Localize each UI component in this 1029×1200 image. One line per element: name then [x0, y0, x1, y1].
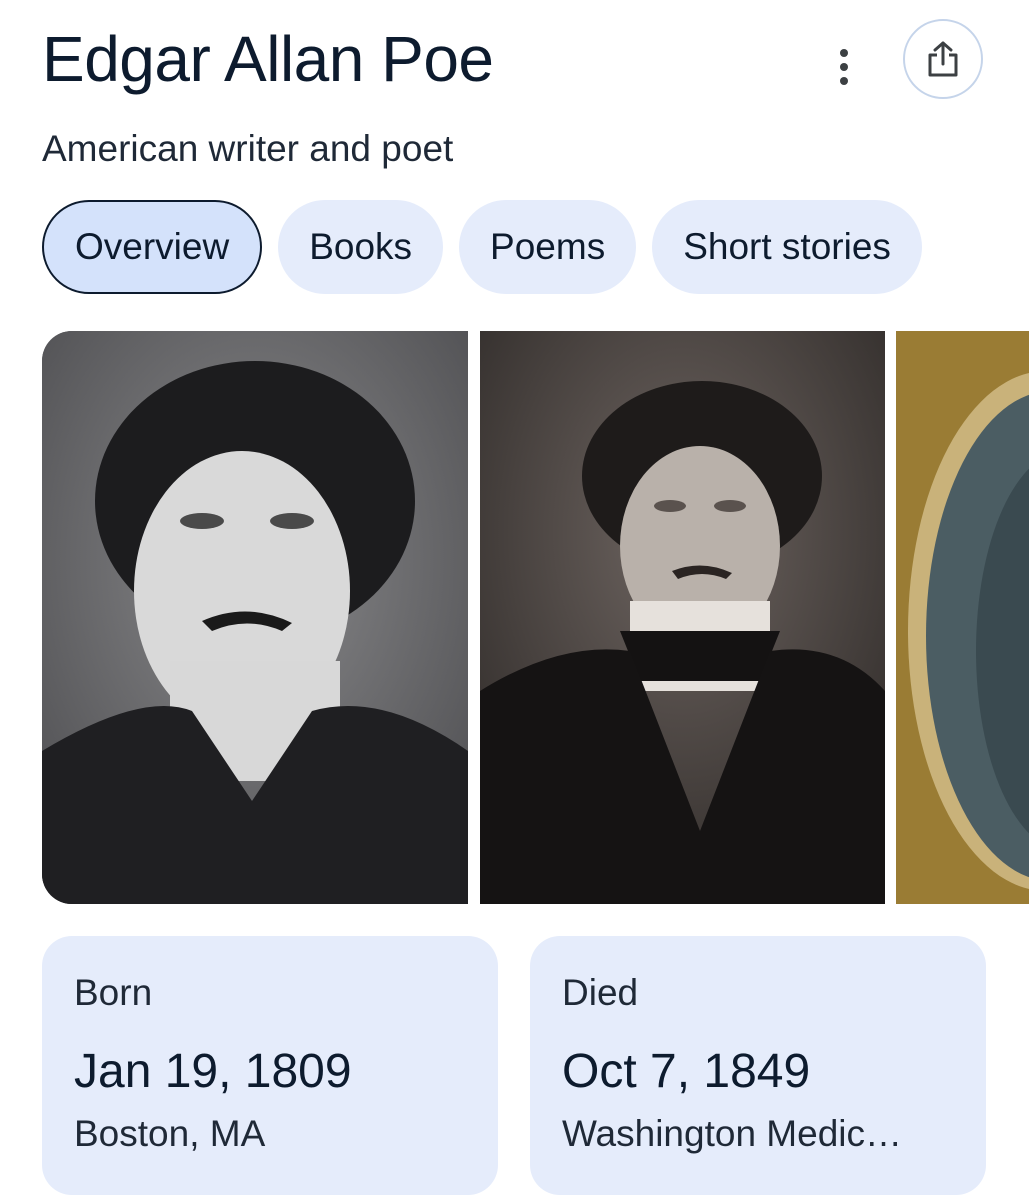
born-date: Jan 19, 1809	[74, 1045, 352, 1098]
died-place: Washington Medic…	[562, 1113, 902, 1154]
tab-short-stories[interactable]: Short stories	[652, 200, 922, 294]
tab-overview[interactable]: Overview	[42, 200, 263, 294]
share-button[interactable]	[903, 19, 983, 99]
page-title: Edgar Allan Poe	[42, 23, 494, 95]
tab-bar: Overview Books Poems Short stories	[42, 200, 922, 294]
died-card[interactable]: Died Oct 7, 1849 Washington Medic…	[530, 936, 986, 1195]
portrait-image-2[interactable]	[480, 331, 885, 904]
born-card[interactable]: Born Jan 19, 1809 Boston, MA	[42, 936, 498, 1195]
born-place: Boston, MA	[74, 1113, 266, 1154]
died-label: Died	[562, 972, 639, 1013]
tab-poems[interactable]: Poems	[459, 200, 637, 294]
died-date: Oct 7, 1849	[562, 1045, 811, 1098]
tab-books[interactable]: Books	[278, 200, 444, 294]
facts-row: Born Jan 19, 1809 Boston, MA Died Oct 7,…	[42, 936, 986, 1195]
more-vert-icon	[840, 49, 848, 57]
portrait-image-3[interactable]	[896, 331, 1029, 904]
page-subtitle: American writer and poet	[42, 128, 454, 169]
born-label: Born	[74, 972, 153, 1013]
share-icon	[928, 41, 958, 77]
portrait-image-1[interactable]	[42, 331, 468, 904]
image-carousel	[42, 331, 1029, 904]
more-options-button[interactable]	[822, 42, 866, 92]
